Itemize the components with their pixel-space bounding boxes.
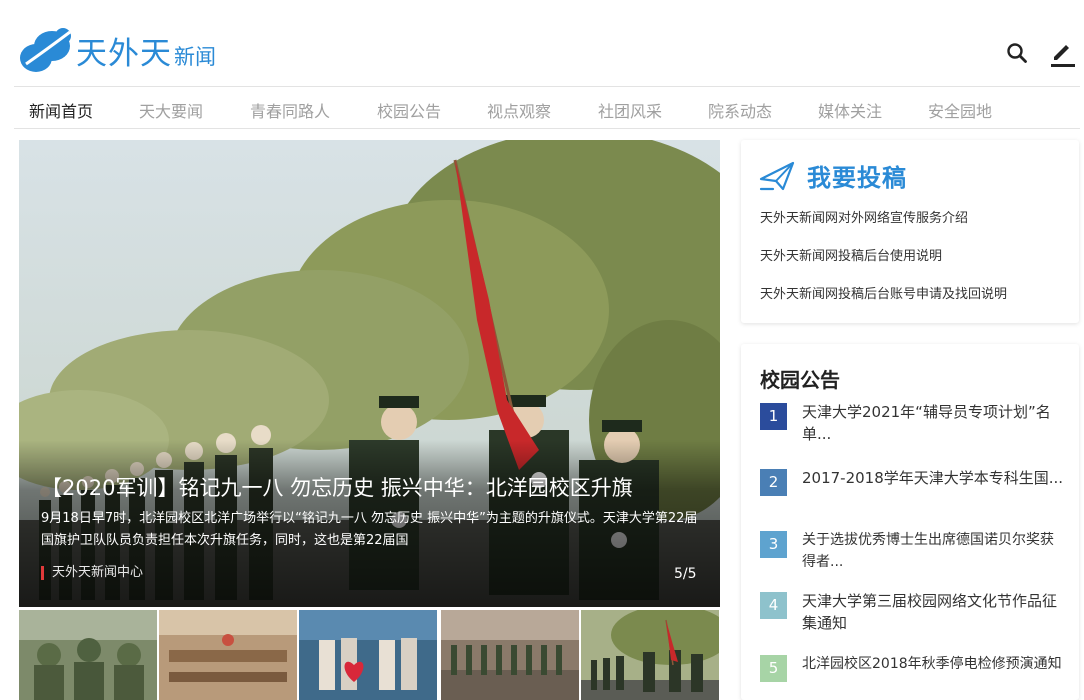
thumbnail-photo bbox=[299, 610, 437, 700]
thumbnail-2[interactable] bbox=[159, 610, 297, 700]
campus-notice-card: 校园公告 1 天津大学2021年“辅导员专项计划”名单... 2 2017-20… bbox=[741, 344, 1079, 700]
notice-number-badge: 1 bbox=[760, 403, 787, 430]
notice-number-badge: 5 bbox=[760, 655, 787, 682]
nav-item-media[interactable]: 媒体关注 bbox=[818, 98, 882, 122]
logo-main-text: 天外天 bbox=[76, 36, 172, 72]
logo-sub-text: 新闻 bbox=[174, 45, 216, 69]
submit-card: 我要投稿 天外天新闻网对外网络宣传服务介绍 天外天新闻网投稿后台使用说明 天外天… bbox=[741, 140, 1079, 323]
notice-text: 北洋园校区2018年秋季停电检修预演通知 bbox=[802, 656, 1062, 672]
notice-text: 关于选拔优秀博士生出席德国诺贝尔奖获得者... bbox=[802, 532, 1054, 570]
hero-description: 9月18日早7时，北洋园校区北洋广场举行以“铭记九一八 勿忘历史 振兴中华”为主… bbox=[41, 511, 698, 548]
nav-item-campus-notice[interactable]: 校园公告 bbox=[377, 98, 441, 122]
hero-source: 天外天新闻中心 bbox=[41, 566, 143, 580]
site-header: 天外天 新闻 bbox=[0, 0, 1084, 86]
nav-item-home[interactable]: 新闻首页 bbox=[29, 98, 93, 122]
thumbnail-3[interactable] bbox=[299, 610, 437, 700]
nav-item-youth[interactable]: 青春同路人 bbox=[250, 98, 330, 122]
edit-pen-icon[interactable] bbox=[1048, 40, 1076, 68]
submit-header[interactable]: 我要投稿 bbox=[759, 158, 907, 193]
submit-link-service-intro[interactable]: 天外天新闻网对外网络宣传服务介绍 bbox=[760, 207, 968, 226]
hero-carousel[interactable]: 【2020军训】铭记九一八 勿忘历史 振兴中华：北洋园校区升旗 9月18日早7时… bbox=[19, 140, 720, 607]
notice-number-badge: 3 bbox=[760, 531, 787, 558]
paper-plane-icon bbox=[759, 161, 795, 190]
thumbnail-4[interactable] bbox=[441, 610, 579, 700]
hero-title[interactable]: 【2020军训】铭记九一八 勿忘历史 振兴中华：北洋园校区升旗 bbox=[41, 472, 633, 502]
submit-title: 我要投稿 bbox=[807, 164, 907, 192]
notice-text: 天津大学2021年“辅导员专项计划”名单... bbox=[802, 403, 1051, 443]
thumbnail-photo bbox=[441, 610, 579, 700]
nav-item-tju-news[interactable]: 天大要闻 bbox=[139, 98, 203, 122]
nav-item-clubs[interactable]: 社团风采 bbox=[598, 98, 662, 122]
thumbnail-photo bbox=[581, 610, 719, 700]
notice-text: 2017-2018学年天津大学本专科生国... bbox=[802, 469, 1064, 487]
submit-link-account-help[interactable]: 天外天新闻网投稿后台账号申请及找回说明 bbox=[760, 283, 1007, 302]
thumbnail-photo bbox=[19, 610, 157, 700]
thumbnail-5[interactable] bbox=[581, 610, 719, 700]
nav-item-departments[interactable]: 院系动态 bbox=[708, 98, 772, 122]
nav-item-viewpoint[interactable]: 视点观察 bbox=[487, 98, 551, 122]
notice-section-title: 校园公告 bbox=[760, 368, 840, 392]
nav-item-safety[interactable]: 安全园地 bbox=[928, 98, 992, 122]
search-icon[interactable] bbox=[1004, 40, 1032, 68]
notice-number-badge: 2 bbox=[760, 469, 787, 496]
thumbnail-1[interactable] bbox=[19, 610, 157, 700]
main-nav: 新闻首页 天大要闻 青春同路人 校园公告 视点观察 社团风采 院系动态 媒体关注… bbox=[14, 86, 1080, 129]
cloud-logo-icon bbox=[20, 28, 71, 72]
notice-number-badge: 4 bbox=[760, 592, 787, 619]
thumbnail-photo bbox=[159, 610, 297, 700]
site-logo[interactable]: 天外天 新闻 bbox=[18, 24, 216, 74]
carousel-counter: 5/5 bbox=[674, 566, 697, 582]
submit-link-backend-guide[interactable]: 天外天新闻网投稿后台使用说明 bbox=[760, 245, 942, 264]
notice-text: 天津大学第三届校园网络文化节作品征集通知 bbox=[802, 592, 1058, 632]
